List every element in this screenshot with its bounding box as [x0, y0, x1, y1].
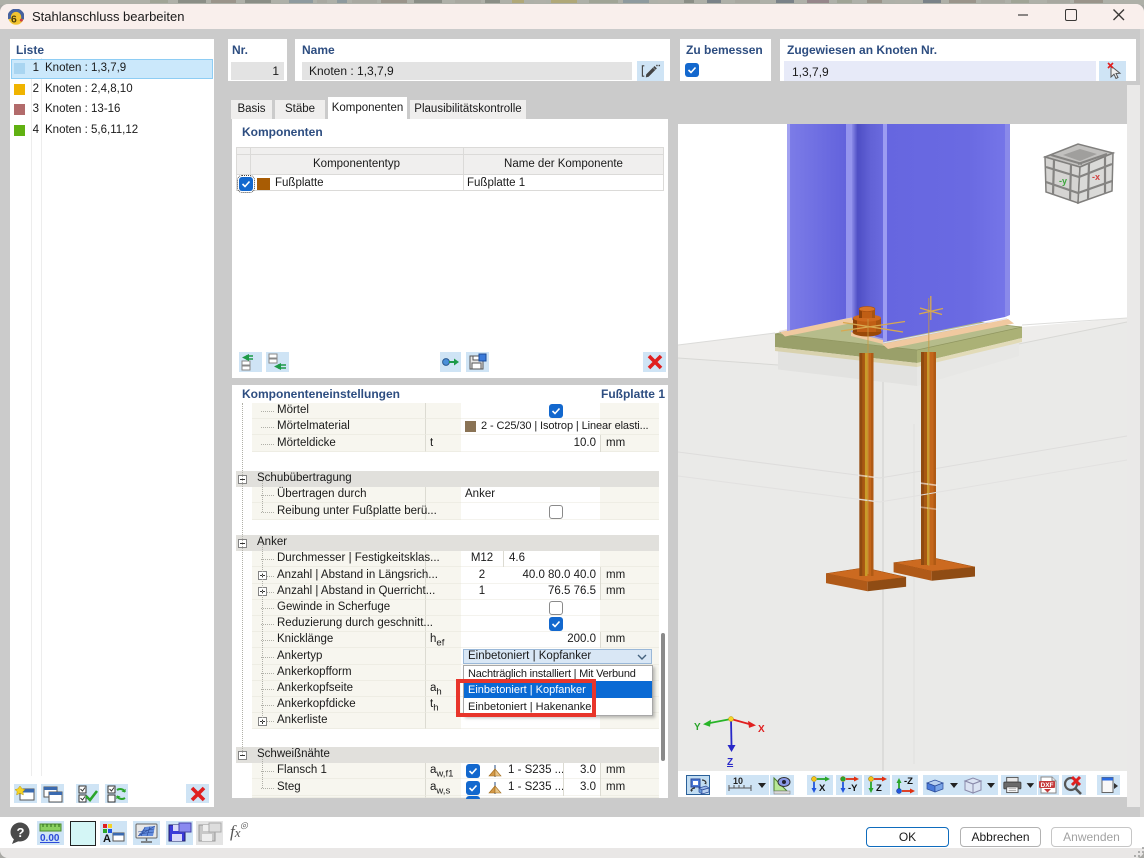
svg-text:10: 10: [733, 776, 743, 786]
svg-text:-Z: -Z: [904, 776, 913, 787]
svg-text:X: X: [819, 783, 826, 794]
svg-text:Z: Z: [876, 783, 882, 794]
svg-text:-y: -y: [1059, 176, 1067, 186]
svg-text:DXF: DXF: [1041, 782, 1054, 789]
svg-text:Z: Z: [727, 757, 733, 768]
svg-text:6: 6: [11, 14, 17, 25]
svg-text:-Y: -Y: [848, 783, 858, 794]
svg-text:-x: -x: [1092, 172, 1100, 182]
svg-text:A: A: [103, 833, 111, 845]
svg-text:?: ?: [17, 825, 25, 840]
svg-text:0.00: 0.00: [40, 833, 60, 844]
svg-text:Y: Y: [694, 722, 701, 733]
svg-text:X: X: [758, 724, 765, 735]
